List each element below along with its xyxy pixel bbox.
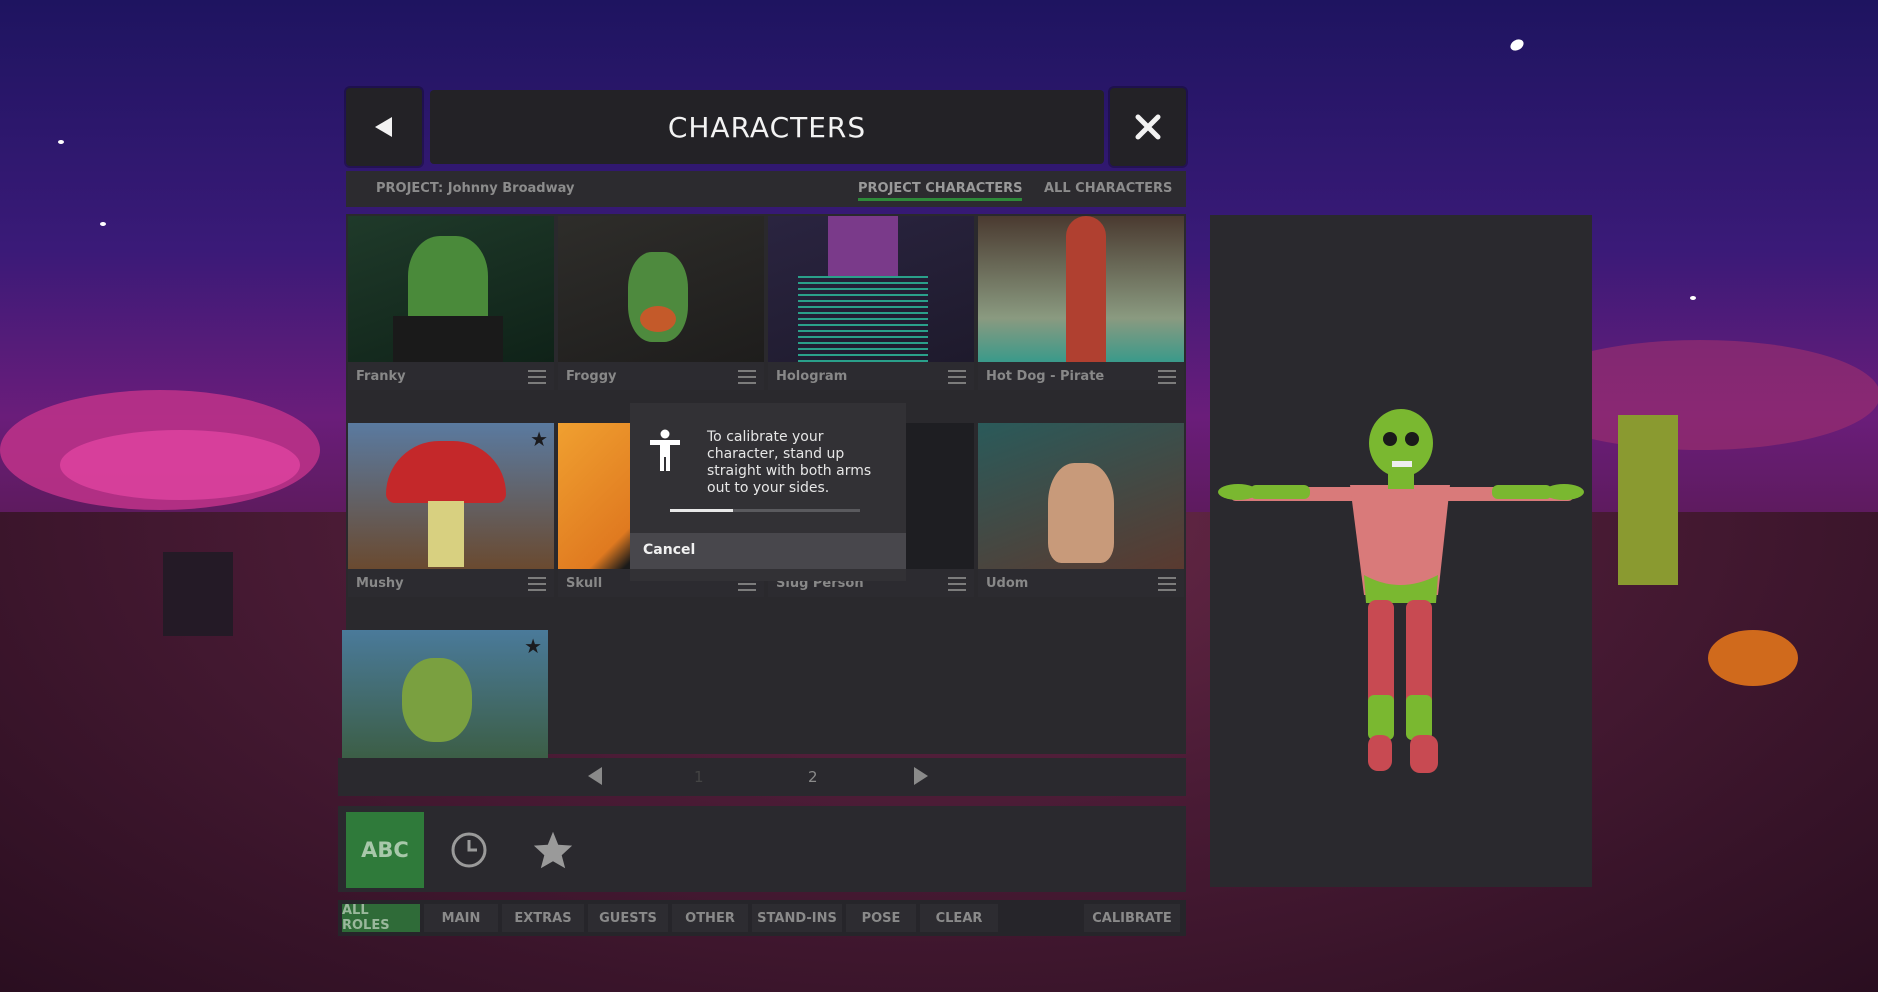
character-body xyxy=(798,272,928,362)
character-card-hologram[interactable]: Hologram xyxy=(768,216,974,394)
character-thumbnail xyxy=(768,216,974,362)
menu-icon[interactable] xyxy=(1158,577,1176,591)
character-thumbnail: ★ xyxy=(342,630,548,776)
tab-project-characters[interactable]: PROJECT CHARACTERS xyxy=(858,181,1023,201)
character-figure xyxy=(1048,463,1114,563)
character-body xyxy=(428,501,464,567)
role-guests[interactable]: GUESTS xyxy=(588,904,668,932)
back-arrow-icon xyxy=(375,117,392,137)
character-card-udom[interactable]: Udom xyxy=(978,423,1184,601)
prev-page-icon[interactable] xyxy=(588,767,602,785)
favorite-star-icon[interactable]: ★ xyxy=(530,427,548,451)
character-thumbnail xyxy=(978,423,1184,569)
pink-cloud xyxy=(60,430,300,500)
back-button[interactable] xyxy=(346,88,422,166)
character-figure xyxy=(1066,216,1106,362)
character-thumbnail xyxy=(978,216,1184,362)
project-label: PROJECT: Johnny Broadway xyxy=(376,181,575,196)
next-page-icon[interactable] xyxy=(914,767,928,785)
role-stand-ins[interactable]: STAND-INS xyxy=(752,904,842,932)
character-card-hot-dog-pirate[interactable]: Hot Dog - Pirate xyxy=(978,216,1184,394)
project-bar: PROJECT: Johnny Broadway PROJECT CHARACT… xyxy=(346,171,1186,207)
star xyxy=(100,222,106,226)
character-body xyxy=(640,306,676,332)
menu-icon[interactable] xyxy=(738,370,756,384)
character-name-bar: Udom xyxy=(978,569,1184,597)
moon xyxy=(1508,37,1526,53)
zombie-character-model xyxy=(1218,409,1584,773)
pagination: 1 2 xyxy=(338,758,1186,796)
character-figure xyxy=(386,441,506,503)
close-icon xyxy=(1135,114,1161,140)
character-name-bar: Hot Dog - Pirate xyxy=(978,362,1184,390)
sort-recent-button[interactable] xyxy=(430,812,508,888)
role-extras[interactable]: EXTRAS xyxy=(502,904,584,932)
character-card-froggy[interactable]: Froggy xyxy=(558,216,764,394)
character-figure xyxy=(828,216,898,276)
menu-icon[interactable] xyxy=(1158,370,1176,384)
menu-icon[interactable] xyxy=(948,577,966,591)
clock-icon xyxy=(451,832,487,868)
role-other[interactable]: OTHER xyxy=(672,904,748,932)
dark-box xyxy=(163,552,233,636)
star xyxy=(58,140,64,144)
lantern-post xyxy=(1618,415,1678,585)
menu-icon[interactable] xyxy=(948,370,966,384)
role-pose[interactable]: POSE xyxy=(846,904,916,932)
person-icon xyxy=(650,429,680,471)
character-thumbnail: ★ xyxy=(348,423,554,569)
close-button[interactable] xyxy=(1110,88,1186,166)
character-preview xyxy=(1210,215,1592,887)
sort-bar: ABC xyxy=(338,806,1186,892)
tab-all-characters[interactable]: ALL CHARACTERS xyxy=(1044,181,1172,196)
calibration-dialog: To calibrate your character, stand up st… xyxy=(630,403,906,581)
sort-abc-button[interactable]: ABC xyxy=(346,812,424,888)
character-card-franky[interactable]: Franky xyxy=(348,216,554,394)
calibration-progress xyxy=(670,509,860,512)
star-icon xyxy=(533,831,573,869)
role-main[interactable]: MAIN xyxy=(424,904,498,932)
page-title: CHARACTERS xyxy=(430,90,1104,164)
role-all-roles[interactable]: ALL ROLES xyxy=(342,903,420,933)
character-name-bar: Franky xyxy=(348,362,554,390)
calibrate-button[interactable]: CALIBRATE xyxy=(1084,904,1180,932)
character-name-bar: Froggy xyxy=(558,362,764,390)
character-thumbnail xyxy=(558,216,764,362)
menu-icon[interactable] xyxy=(528,370,546,384)
menu-icon[interactable] xyxy=(528,577,546,591)
star xyxy=(1690,296,1696,300)
favorite-star-icon[interactable]: ★ xyxy=(524,634,542,658)
role-clear[interactable]: CLEAR xyxy=(920,904,998,932)
page-2[interactable]: 2 xyxy=(808,768,818,786)
character-card-mushy[interactable]: ★ Mushy xyxy=(348,423,554,601)
character-body xyxy=(393,316,503,362)
cancel-button[interactable]: Cancel xyxy=(630,533,906,569)
page-1[interactable]: 1 xyxy=(694,768,704,786)
character-name-bar: Mushy xyxy=(348,569,554,597)
pumpkin xyxy=(1708,630,1798,686)
calibration-message: To calibrate your character, stand up st… xyxy=(707,429,872,496)
character-name-bar: Hologram xyxy=(768,362,974,390)
role-filter-bar: ALL ROLES MAIN EXTRAS GUESTS OTHER STAND… xyxy=(338,900,1186,936)
calibration-progress-fill xyxy=(670,509,733,512)
character-thumbnail xyxy=(348,216,554,362)
sort-favorites-button[interactable] xyxy=(514,812,592,888)
character-figure xyxy=(402,658,472,742)
